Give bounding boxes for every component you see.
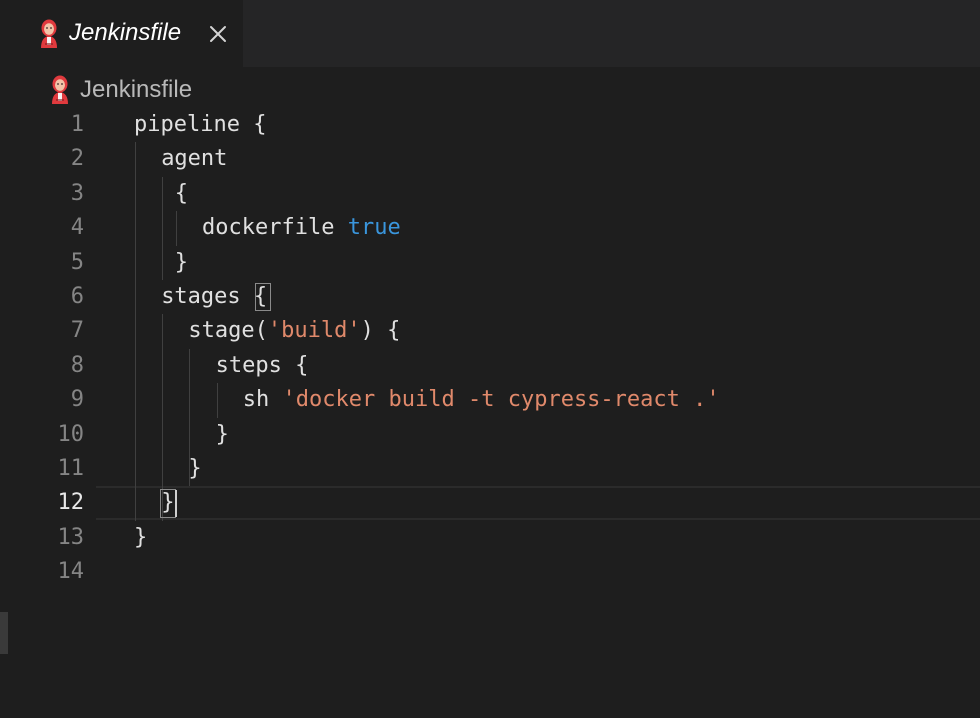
code-token: steps { — [215, 352, 309, 378]
code-token: ) { — [360, 318, 401, 344]
code-token: { — [174, 180, 189, 206]
line-number: 8 — [70, 352, 84, 378]
string-token: 'docker build -t cypress-react .' — [282, 387, 720, 413]
code-line[interactable]: 14 — [0, 555, 980, 589]
line-number: 11 — [57, 456, 85, 481]
jenkins-icon — [41, 19, 57, 48]
line-number: 5 — [70, 249, 84, 275]
tab-title: Jenkinsfile — [69, 19, 182, 46]
bracket-match-highlight — [255, 283, 271, 312]
code-line[interactable]: 10} — [0, 418, 980, 452]
code-line[interactable]: 8 steps { — [0, 349, 980, 383]
code-token: agent — [161, 146, 228, 172]
code-text: steps { — [216, 349, 309, 383]
code-text: dockerfile true — [202, 211, 401, 245]
line-number: 12 — [57, 490, 85, 516]
code-line[interactable]: 4 dockerfile true — [0, 211, 980, 245]
indent-guide — [162, 176, 164, 280]
code-token: } — [134, 524, 148, 550]
jenkins-icon — [52, 75, 68, 104]
breadcrumb-label: Jenkinsfile — [80, 76, 193, 103]
string-token: 'build' — [267, 318, 361, 344]
tab-bar: Jenkinsfile — [0, 0, 980, 67]
code-token: stages — [161, 284, 254, 309]
code-line[interactable]: 7 stage('build') { — [0, 314, 980, 348]
code-token: stage( — [188, 318, 268, 344]
indent-guide — [189, 348, 191, 487]
code-text: } — [134, 521, 147, 555]
code-text: sh 'docker build -t cypress-react .' — [243, 383, 720, 417]
code-line[interactable]: 6 stages { — [0, 280, 980, 314]
bracket-match-highlight — [160, 489, 176, 518]
indent-guide — [216, 383, 218, 418]
code-line[interactable]: 1 pipeline { — [0, 108, 980, 142]
code-line[interactable]: 11} — [0, 452, 980, 486]
code-text: { — [175, 177, 188, 211]
close-icon[interactable] — [206, 22, 230, 46]
code-line[interactable]: 3{ — [0, 177, 980, 211]
tab-jenkinsfile[interactable]: Jenkinsfile — [0, 0, 243, 67]
line-number: 10 — [57, 421, 85, 447]
code-line[interactable]: 9 sh 'docker build -t cypress-react .' — [0, 383, 980, 417]
indent-guide — [175, 211, 177, 246]
code-token: dockerfile — [202, 215, 348, 241]
code-text: } — [216, 418, 229, 452]
line-number: 14 — [57, 559, 85, 585]
code-text: stages { — [161, 280, 267, 314]
text-cursor — [174, 490, 177, 517]
code-token: sh — [242, 387, 283, 413]
code-token: } — [215, 421, 229, 447]
code-token: pipeline { — [134, 112, 267, 137]
code-text: pipeline { — [134, 108, 266, 142]
code-line[interactable]: 13} — [0, 521, 980, 555]
line-number: 13 — [57, 524, 85, 550]
line-number: 2 — [70, 146, 84, 172]
code-editor[interactable]: 1 pipeline {2 agent 3{4 dockerfile true 5} 6st… — [0, 108, 980, 588]
line-number: 6 — [70, 284, 84, 309]
code-text: agent — [161, 142, 227, 176]
line-number: 1 — [70, 112, 84, 137]
keyword-token: true — [347, 215, 401, 241]
line-number: 4 — [70, 215, 84, 241]
code-text: } — [175, 246, 188, 280]
code-line[interactable]: 12} — [0, 486, 980, 520]
indent-guide — [135, 142, 136, 521]
line-number: 3 — [70, 180, 84, 206]
code-line[interactable]: 5} — [0, 246, 980, 280]
scrollbar-marker[interactable] — [0, 612, 8, 654]
code-text: stage('build') { — [188, 314, 400, 348]
line-number: 7 — [70, 318, 84, 344]
code-line[interactable]: 2 agent — [0, 142, 980, 176]
code-token: } — [174, 249, 189, 275]
line-number: 9 — [70, 387, 84, 413]
